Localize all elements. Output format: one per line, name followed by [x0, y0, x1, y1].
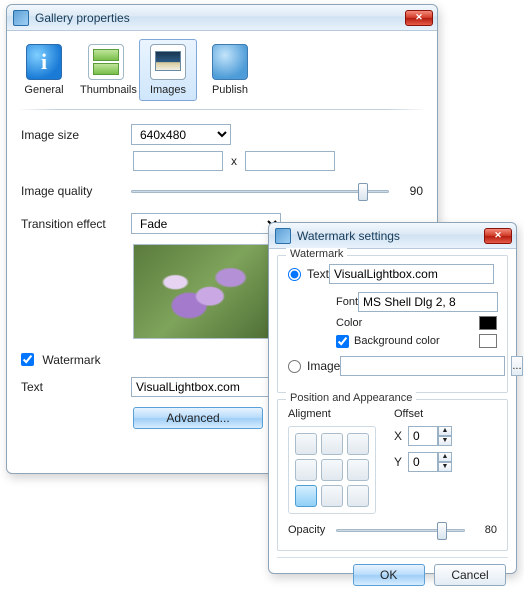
opacity-value: 80	[475, 524, 497, 536]
image-size-select[interactable]: 640x480	[131, 124, 231, 145]
offset-y-input[interactable]	[408, 452, 438, 472]
images-icon	[150, 44, 186, 80]
tab-label: Thumbnails	[80, 84, 137, 96]
width-input[interactable]	[133, 151, 223, 171]
info-icon	[26, 44, 62, 80]
watermark-label: Watermark	[42, 353, 100, 367]
watermark-settings-window: Watermark settings Watermark Text Font C…	[268, 222, 517, 574]
transition-label: Transition effect	[21, 217, 131, 231]
position-group: Position and Appearance Aligment Offset	[277, 399, 508, 551]
font-label: Font	[336, 296, 358, 308]
height-input[interactable]	[245, 151, 335, 171]
transition-preview	[133, 244, 273, 339]
radio-image-row: Image ...	[288, 356, 497, 376]
dialog-buttons: OK Cancel	[269, 558, 516, 594]
color-label: Color	[336, 317, 368, 329]
group-legend: Position and Appearance	[286, 392, 416, 404]
align-tr[interactable]	[347, 433, 369, 455]
y-label: Y	[394, 455, 402, 469]
slider-thumb[interactable]	[437, 522, 447, 540]
offset-label: Offset	[394, 408, 452, 420]
align-mr[interactable]	[347, 459, 369, 481]
image-quality-slider[interactable]	[131, 181, 389, 201]
window-title: Watermark settings	[297, 229, 484, 243]
slider-thumb[interactable]	[358, 183, 368, 201]
opacity-label: Opacity	[288, 524, 336, 536]
spin-down-icon[interactable]: ▼	[438, 462, 452, 472]
align-mc[interactable]	[321, 459, 343, 481]
cancel-button[interactable]: Cancel	[434, 564, 506, 586]
ok-button[interactable]: OK	[353, 564, 425, 586]
align-br[interactable]	[347, 485, 369, 507]
align-tl[interactable]	[295, 433, 317, 455]
divider	[17, 109, 427, 110]
tab-label: General	[24, 84, 63, 96]
tab-images[interactable]: Images	[139, 39, 197, 101]
spin-up-icon[interactable]: ▲	[438, 426, 452, 436]
align-ml[interactable]	[295, 459, 317, 481]
tab-toolbar: General Thumbnails Images Publish	[7, 31, 437, 105]
tab-publish[interactable]: Publish	[201, 39, 259, 101]
spin-up-icon[interactable]: ▲	[438, 452, 452, 462]
alignment-grid	[288, 426, 376, 514]
window-title: Gallery properties	[35, 11, 405, 25]
align-bl[interactable]	[295, 485, 317, 507]
offset-x-input[interactable]	[408, 426, 438, 446]
globe-icon	[212, 44, 248, 80]
bgcolor-swatch[interactable]	[479, 334, 497, 348]
offset-x-spinner[interactable]: ▲▼	[408, 426, 452, 446]
image-quality-label: Image quality	[21, 184, 131, 198]
radio-text-row: Text	[288, 264, 497, 284]
radio-text[interactable]	[288, 268, 301, 281]
opacity-slider[interactable]	[336, 520, 465, 540]
app-icon	[275, 228, 291, 244]
bgcolor-checkbox[interactable]: Background color	[336, 335, 440, 348]
titlebar[interactable]: Gallery properties	[7, 5, 437, 31]
radio-image[interactable]	[288, 360, 301, 373]
wm-image-input[interactable]	[340, 356, 505, 376]
transition-select[interactable]: Fade	[131, 213, 281, 234]
tab-label: Images	[150, 84, 186, 96]
advanced-button[interactable]: Advanced...	[133, 407, 263, 429]
tab-general[interactable]: General	[15, 39, 73, 101]
watermark-group: Watermark Text Font Color Background col…	[277, 255, 508, 393]
browse-button[interactable]: ...	[511, 356, 522, 376]
align-tc[interactable]	[321, 433, 343, 455]
color-swatch[interactable]	[479, 316, 497, 330]
tab-thumbnails[interactable]: Thumbnails	[77, 39, 135, 101]
tab-label: Publish	[212, 84, 248, 96]
group-legend: Watermark	[286, 248, 347, 260]
close-icon[interactable]	[405, 10, 433, 26]
align-bc[interactable]	[321, 485, 343, 507]
image-size-label: Image size	[21, 128, 131, 142]
spin-down-icon[interactable]: ▼	[438, 436, 452, 446]
watermark-checkbox[interactable]: Watermark	[21, 353, 101, 367]
wm-text-input[interactable]	[329, 264, 494, 284]
app-icon	[13, 10, 29, 26]
titlebar[interactable]: Watermark settings	[269, 223, 516, 249]
alignment-label: Aligment	[288, 408, 376, 420]
radio-image-label: Image	[307, 359, 340, 373]
font-input[interactable]	[358, 292, 498, 312]
x-label: X	[394, 429, 402, 443]
radio-text-label: Text	[307, 267, 329, 281]
thumbnails-icon	[88, 44, 124, 80]
bgcolor-label: Background color	[354, 335, 440, 347]
offset-y-spinner[interactable]: ▲▼	[408, 452, 452, 472]
close-icon[interactable]	[484, 228, 512, 244]
image-quality-value: 90	[399, 184, 423, 198]
dim-x-label: x	[231, 154, 237, 168]
text-label: Text	[21, 380, 131, 394]
